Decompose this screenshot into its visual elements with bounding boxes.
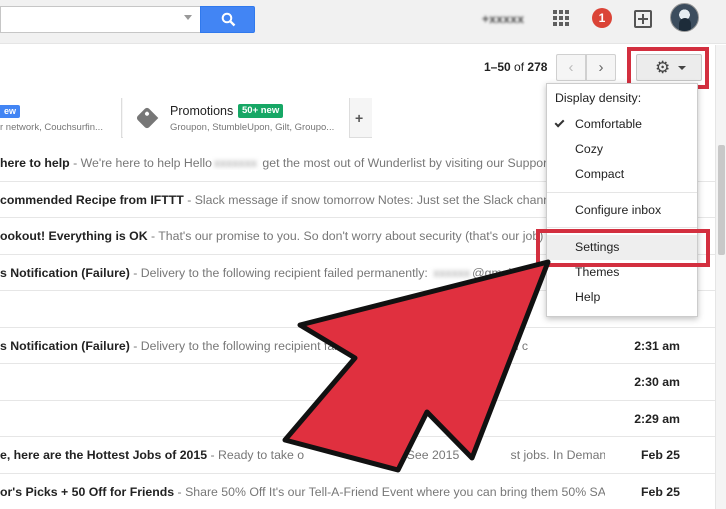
chevron-left-icon: ‹ [568,59,574,76]
separator: - [174,484,186,499]
account-name-link[interactable]: +xxxxx [482,12,524,26]
previous-page-button[interactable]: ‹ [556,54,586,81]
email-subject: ookout! Everything is OK [0,229,148,243]
of-label: of [514,60,525,74]
menu-item-label: Cozy [575,142,604,156]
email-preview-continued: get the most out of Wunderlist by visiti… [259,156,570,170]
pagination-count[interactable]: 1–50 of 278 [484,60,547,74]
separator: - [129,338,141,353]
menu-item-configure-inbox[interactable]: Configure inbox [547,198,697,223]
email-preview: Delivery to the following recipient fail… [140,265,432,280]
chevron-right-icon: › [598,59,604,76]
email-preview: Slack message if snow tomorrow Notes: Ju… [194,192,577,207]
email-preview: We're here to help Hello [80,156,212,170]
email-preview-continued: e? See 2015 st jobs. In Demand Jobs Hi e [389,448,605,462]
email-subject: commended Recipe from IFTTT [0,192,184,207]
settings-menu: Display density: Comfortable Cozy Compac… [546,83,698,317]
menu-divider [547,227,697,228]
email-preview: That's our promise to you. So don't worr… [158,229,564,243]
email-date: 2:30 am [634,375,680,389]
add-tab-button[interactable]: + [355,110,363,126]
tab-promotions-label: Promotions [170,104,234,118]
menu-item-label: Comfortable [575,117,642,131]
email-subject: e, here are the Hottest Jobs of 2015 [0,448,208,462]
menu-divider [547,192,697,193]
email-subject: s Notification (Failure) [0,265,130,280]
email-subject: or's Picks + 50 Off for Friends [0,484,175,499]
email-date: 2:31 am [634,338,680,353]
tab-promotions[interactable]: Promotions 50+ new Groupon, StumbleUpon,… [123,98,350,138]
search-options-caret-icon[interactable] [184,15,192,20]
search-button[interactable] [200,6,255,33]
menu-item-help[interactable]: Help [547,285,697,310]
email-preview: Delivery to the following recipient fail… [140,338,347,353]
menu-item-label: Compact [575,167,625,181]
scrollbar[interactable] [715,45,726,509]
search-input[interactable] [0,6,200,33]
range-label: 1–50 [484,60,511,74]
new-count-badge: 50+ new [238,104,284,118]
table-row[interactable]: 2:30 am [0,364,726,401]
menu-item-label: Help [575,290,601,304]
menu-item-cozy[interactable]: Cozy [547,137,697,162]
notifications-badge[interactable]: 1 [592,8,612,28]
table-row[interactable]: e, here are the Hottest Jobs of 2015 - R… [0,437,726,474]
email-subject: here to help [0,156,70,170]
apps-grid-icon[interactable] [553,10,569,26]
redacted-text: xxxxxx [433,265,471,280]
tab-social[interactable]: ew r network, Couchsurfin... [0,98,122,138]
email-date: Feb 25 [641,448,680,462]
redacted-text: xxxxxxx [213,156,257,170]
menu-item-label: Themes [575,265,620,279]
email-preview-continued: il.com Technical c [346,338,529,353]
share-plus-icon[interactable] [634,10,652,28]
tab-promotions-senders: Groupon, StumbleUpon, Gilt, Groupo... [170,122,335,133]
total-label: 278 [527,60,548,74]
next-page-button[interactable]: › [586,54,616,81]
separator: - [207,448,219,462]
separator: - [69,156,81,170]
email-subject: s Notification (Failure) [0,338,130,353]
separator: - [147,229,159,243]
avatar[interactable] [670,3,699,32]
search-icon [221,12,236,27]
tab-social-senders: r network, Couchsurfin... [0,122,103,133]
email-date: Feb 25 [641,484,680,499]
tag-icon [135,106,159,130]
separator: - [129,265,141,280]
top-bar: +xxxxx 1 [0,0,726,44]
highlight-box-settings-item [536,229,710,267]
email-preview: Ready to take o [218,448,305,462]
display-density-header: Display density: [555,91,642,105]
menu-item-label: Configure inbox [575,203,662,217]
scrollbar-thumb[interactable] [718,145,725,255]
new-badge: ew [0,105,21,118]
table-row[interactable]: or's Picks + 50 Off for Friends - Share … [0,473,726,509]
menu-item-compact[interactable]: Compact [547,162,697,187]
separator: - [183,192,195,207]
email-date: 2:29 am [634,411,680,426]
table-row[interactable]: 2:29 am [0,400,726,437]
table-row[interactable]: s Notification (Failure) - Delivery to t… [0,327,726,364]
email-preview: Share 50% Off It's our Tell-A-Friend Eve… [185,484,605,499]
email-preview-continued: @gmai [472,265,512,280]
checkmark-icon [554,117,565,128]
category-tabs: ew r network, Couchsurfin... Promotions … [0,98,372,138]
menu-item-comfortable[interactable]: Comfortable [547,112,697,137]
